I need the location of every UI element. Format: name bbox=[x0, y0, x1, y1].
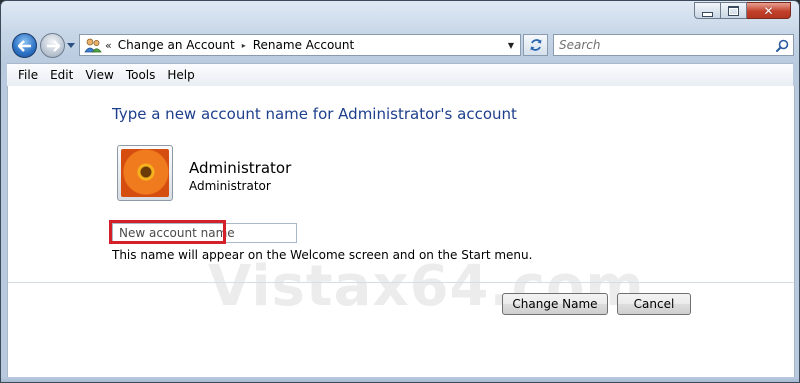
account-type: Administrator bbox=[189, 179, 271, 193]
account-name: Administrator bbox=[189, 159, 292, 177]
avatar bbox=[117, 145, 173, 201]
breadcrumb-rename-account[interactable]: Rename Account bbox=[253, 38, 354, 52]
address-dropdown-button[interactable]: ▼ bbox=[502, 35, 520, 55]
back-button[interactable] bbox=[12, 33, 37, 58]
page-title: Type a new account name for Administrato… bbox=[112, 105, 517, 123]
user-accounts-icon bbox=[83, 36, 103, 54]
chevron-down-icon bbox=[67, 42, 75, 48]
minimize-button[interactable] bbox=[694, 2, 721, 19]
refresh-button[interactable] bbox=[523, 34, 548, 56]
close-icon: ✕ bbox=[763, 3, 774, 18]
menu-file[interactable]: File bbox=[7, 68, 44, 82]
recent-pages-dropdown[interactable] bbox=[67, 41, 75, 49]
address-bar[interactable]: « Change an Account ▸ Rename Account ▼ bbox=[79, 34, 521, 56]
breadcrumb-change-account[interactable]: Change an Account bbox=[118, 38, 235, 52]
window-frame-bottom bbox=[1, 377, 799, 382]
search-input[interactable] bbox=[554, 38, 771, 52]
content-pane: Type a new account name for Administrato… bbox=[7, 86, 795, 377]
forward-arrow-icon bbox=[46, 39, 60, 52]
flower-picture-icon bbox=[121, 149, 169, 197]
menu-tools[interactable]: Tools bbox=[120, 68, 162, 82]
caption-buttons: ✕ bbox=[694, 2, 791, 19]
minimize-icon bbox=[702, 11, 713, 17]
breadcrumb-separator-icon[interactable]: ▸ bbox=[242, 41, 246, 50]
forward-button[interactable] bbox=[40, 33, 65, 58]
new-account-name-input[interactable] bbox=[112, 223, 297, 243]
menu-bar: File Edit View Tools Help bbox=[7, 63, 793, 87]
divider bbox=[8, 282, 794, 283]
close-button[interactable]: ✕ bbox=[747, 2, 791, 19]
breadcrumb-overflow[interactable]: « bbox=[105, 39, 112, 52]
maximize-button[interactable] bbox=[721, 2, 747, 19]
search-icon bbox=[775, 39, 788, 52]
menu-edit[interactable]: Edit bbox=[44, 68, 79, 82]
search-box bbox=[553, 34, 794, 56]
navigation-bar: « Change an Account ▸ Rename Account ▼ bbox=[1, 31, 799, 61]
change-name-button[interactable]: Change Name bbox=[502, 293, 608, 315]
explorer-window: ✕ « Change an Account ▸ Rename Account ▼… bbox=[0, 0, 800, 383]
cancel-button[interactable]: Cancel bbox=[617, 293, 691, 315]
refresh-icon bbox=[530, 39, 541, 51]
menu-view[interactable]: View bbox=[79, 68, 119, 82]
menu-help[interactable]: Help bbox=[161, 68, 200, 82]
hint-text: This name will appear on the Welcome scr… bbox=[112, 248, 533, 262]
maximize-icon bbox=[728, 5, 739, 16]
chevron-down-icon: ▼ bbox=[507, 40, 515, 50]
back-arrow-icon bbox=[17, 39, 31, 52]
search-button[interactable] bbox=[771, 35, 793, 55]
